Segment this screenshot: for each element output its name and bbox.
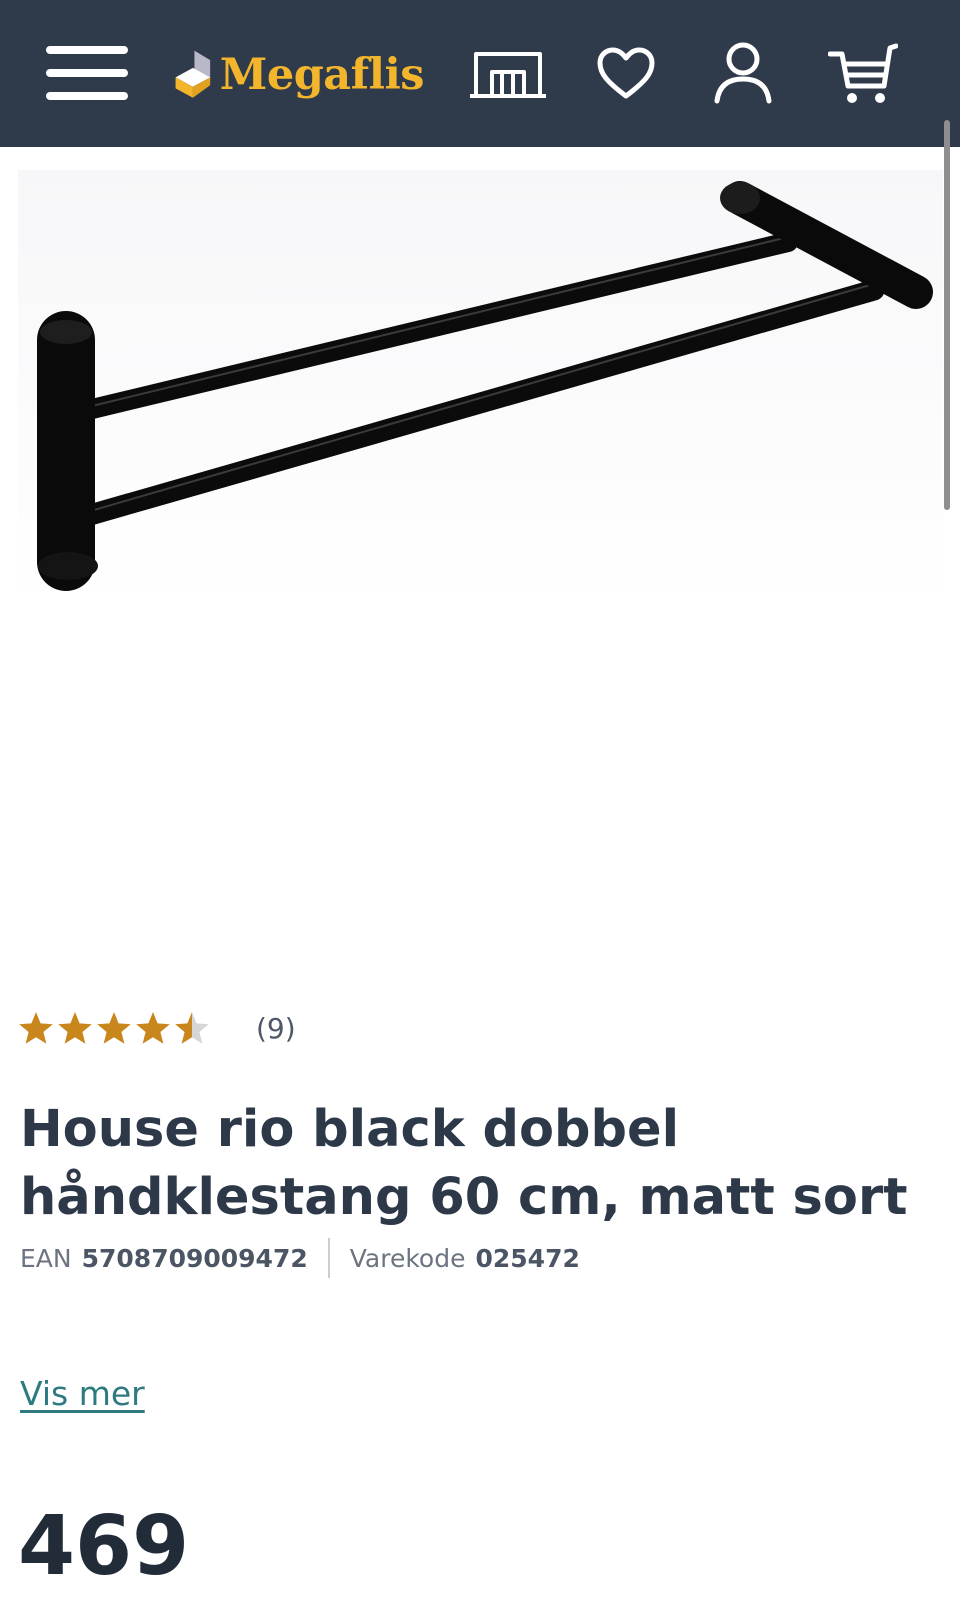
page-scrollbar[interactable] (944, 120, 950, 510)
star-icon (97, 1012, 131, 1044)
cart-icon (828, 43, 898, 103)
account-button[interactable] (710, 38, 776, 108)
menu-button[interactable] (44, 40, 132, 106)
cart-button[interactable] (826, 38, 900, 108)
ean-value: 5708709009472 (81, 1243, 308, 1273)
brand-logo[interactable]: Megaflis (174, 40, 425, 110)
logo-mark (175, 50, 211, 98)
towel-rail-image (18, 170, 943, 610)
product-price: 469 (18, 1499, 190, 1594)
star-icon (58, 1012, 92, 1044)
half-star-icon (175, 1012, 209, 1044)
product-title: House rio black dobbel håndklestang 60 c… (20, 1100, 908, 1227)
item-code-label: Varekode (349, 1243, 466, 1273)
showroom-icon (470, 52, 546, 98)
code-divider (327, 1238, 330, 1278)
review-count[interactable]: (9) (256, 1012, 296, 1045)
ean-label: EAN (20, 1243, 72, 1273)
user-icon (714, 42, 772, 104)
product-image[interactable] (18, 170, 943, 610)
star-icon (19, 1012, 53, 1044)
top-header: Megaflis (0, 0, 960, 147)
product-rating[interactable]: (9) (18, 1008, 296, 1048)
brand-name: Megaflis (219, 50, 425, 100)
rating-stars (19, 1012, 209, 1044)
star-icon (136, 1012, 170, 1044)
heart-icon (597, 47, 655, 99)
showroom-button[interactable] (468, 46, 548, 104)
item-code-value: 025472 (475, 1243, 580, 1273)
show-more-link[interactable]: Vis mer (20, 1374, 145, 1413)
product-codes: EAN 5708709009472 Varekode 025472 (20, 1238, 580, 1278)
menu-icon (46, 46, 128, 100)
favorites-button[interactable] (594, 42, 658, 106)
